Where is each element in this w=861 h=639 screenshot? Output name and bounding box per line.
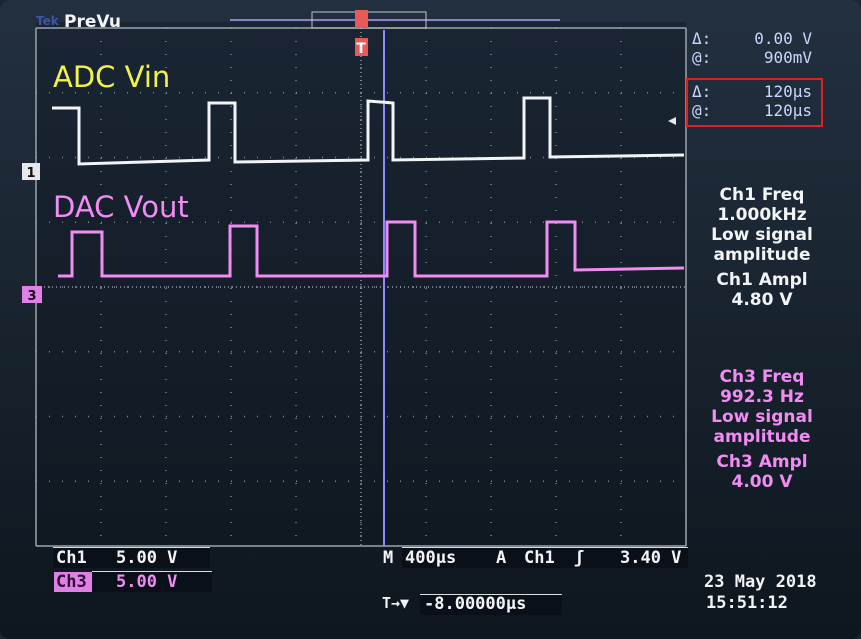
ch1-freq-value: 1.000kHz <box>717 205 807 225</box>
trigger-level: 3.40 V <box>620 548 682 568</box>
horizontal-position: -8.00000μs <box>424 594 527 614</box>
ch1-marker-label: 1 <box>26 166 35 181</box>
voltage-cursor-labels: Δ: @: <box>692 29 712 67</box>
ch3-scale: 5.00 V <box>116 572 178 592</box>
ch1-freq-title: Ch1 Freq <box>719 185 805 205</box>
position-icon: T→▼ <box>382 594 410 612</box>
ch1-ampl-value: 4.80 V <box>731 290 793 310</box>
time-cursor-labels: Δ: @: <box>692 82 712 120</box>
trigger-source: Ch1 <box>524 548 555 568</box>
ch1-ampl-title: Ch1 Ampl <box>716 270 808 290</box>
ch1-measurements: Ch1 Freq 1.000kHz Low signal amplitude C… <box>700 185 824 310</box>
ch3-note-1: Low signal <box>711 407 813 427</box>
ch1-annotation: ADC Vin <box>53 60 171 94</box>
ch1-note-1: Low signal <box>711 225 813 245</box>
ch1-note-2: amplitude <box>713 245 811 265</box>
trigger-marker-top <box>355 10 368 28</box>
ch3-marker-label: 3 <box>27 289 36 304</box>
trigger-label: A <box>496 548 507 568</box>
timebase: 400μs <box>405 548 457 568</box>
time: 15:51:12 <box>706 593 788 613</box>
voltage-cursor-values: 0.00 V 900mV <box>720 29 812 67</box>
ch3-note-2: amplitude <box>713 427 811 447</box>
ch3-freq-title: Ch3 Freq <box>719 367 805 387</box>
ch3-ampl-value: 4.00 V <box>731 472 793 492</box>
brand-logo: Tek <box>36 14 59 28</box>
acquisition-mode: PreVu <box>64 12 122 32</box>
ch3-scale-label: Ch3 <box>56 572 87 592</box>
ch3-measurements: Ch3 Freq 992.3 Hz Low signal amplitude C… <box>700 367 824 492</box>
ch3-ampl-title: Ch3 Ampl <box>716 452 808 472</box>
time-at: 120μs <box>763 101 812 120</box>
timebase-label: M <box>383 548 394 568</box>
trigger-marker-label: T <box>356 41 366 57</box>
ch1-scale-label: Ch1 <box>56 548 87 568</box>
ch1-scale: 5.00 V <box>116 548 178 568</box>
voltage-delta: 0.00 V <box>754 29 812 48</box>
ch3-annotation: DAC Vout <box>53 190 189 224</box>
oscilloscope-photo: T 1 3 Tek PreVu ADC Vin DAC Vout Δ: @: 0.… <box>0 0 861 639</box>
voltage-at: 900mV <box>763 48 812 67</box>
trigger-slope-icon: ʃ <box>574 548 585 568</box>
ch3-freq-value: 992.3 Hz <box>720 387 804 407</box>
time-cursor-values: 120μs 120μs <box>720 82 812 120</box>
date: 23 May 2018 <box>704 572 817 592</box>
time-delta: 120μs <box>763 82 812 101</box>
